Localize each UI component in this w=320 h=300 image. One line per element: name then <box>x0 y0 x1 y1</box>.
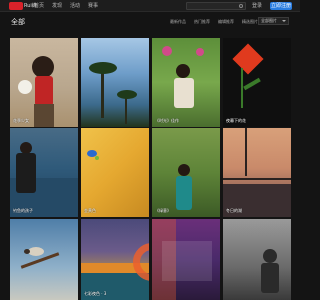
photo-subject <box>95 156 99 160</box>
watermark-text <box>162 241 212 281</box>
photo-caption: 钓鱼的孩子 <box>13 208 33 213</box>
photo-tile[interactable]: 钓鱼的孩子 <box>10 128 78 217</box>
photo-caption: 夜幕下的花 <box>226 118 246 123</box>
nav-item-home[interactable]: 首页 <box>34 2 44 10</box>
photo-subject <box>117 90 137 99</box>
top-nav-bar: Rui蜂 首页 发现 活动 赛事 登录 立即注册 <box>0 0 300 12</box>
photo-subject <box>232 43 264 75</box>
photo-caption: 花季少女 <box>13 118 29 123</box>
photo-subject <box>32 56 54 78</box>
photo-subject <box>162 46 172 56</box>
register-button[interactable]: 立即注册 <box>270 2 292 10</box>
photo-subject <box>243 77 261 91</box>
filter-latest[interactable]: 最新作品 <box>170 19 186 25</box>
login-link[interactable]: 登录 <box>252 3 262 9</box>
photo-tile[interactable]: 冬日的湖 <box>223 128 291 217</box>
search-input[interactable] <box>186 2 246 10</box>
photo-tile[interactable] <box>81 38 149 127</box>
filter-featured[interactable]: 精选图片 <box>242 19 258 25</box>
nav-item-activity[interactable]: 活动 <box>70 2 80 10</box>
photo-subject <box>34 104 54 127</box>
photo-subject <box>89 62 117 74</box>
photo-tile[interactable]: 七彩夜色 · 3 <box>81 219 149 300</box>
photo-subject <box>176 176 192 210</box>
photo-tile[interactable]: 《绿意》 <box>152 128 220 217</box>
nav-item-discover[interactable]: 发现 <box>52 2 62 10</box>
photo-subject <box>28 247 44 256</box>
sort-select[interactable]: 全部图片 <box>258 17 289 25</box>
photo-subject <box>35 76 53 106</box>
search-icon[interactable] <box>239 4 243 8</box>
photo-subject <box>101 68 104 118</box>
photo-caption: 金黄色 <box>84 208 96 213</box>
photo-caption: 《时光》佳作 <box>155 118 179 123</box>
photo-subject <box>16 153 36 193</box>
logo-icon[interactable] <box>9 2 23 10</box>
photo-subject <box>24 249 30 254</box>
photo-tile[interactable]: 花季少女 <box>10 38 78 127</box>
photo-tile[interactable] <box>152 219 220 300</box>
photo-tile[interactable]: 夜幕下的花 <box>223 38 291 127</box>
photo-subject <box>196 48 204 56</box>
photo-tile[interactable] <box>223 219 291 300</box>
photo-subject <box>245 128 247 176</box>
photo-caption: 冬日的湖 <box>226 208 242 213</box>
photo-subject <box>261 263 279 293</box>
filter-tabs: 最新作品 热门推荐 编辑推荐 精选图片 <box>170 19 258 25</box>
filter-editor[interactable]: 编辑推荐 <box>218 19 234 25</box>
photo-caption: 《绿意》 <box>155 208 171 213</box>
page-title: 全部 <box>11 18 25 26</box>
photo-tile[interactable] <box>10 219 78 300</box>
photo-caption: 七彩夜色 · 3 <box>84 291 107 296</box>
main-nav: 首页 发现 活动 赛事 <box>34 2 98 10</box>
photo-tile[interactable]: 《时光》佳作 <box>152 38 220 127</box>
photo-subject <box>263 249 277 263</box>
nav-item-contest[interactable]: 赛事 <box>88 2 98 10</box>
photo-subject <box>18 80 32 94</box>
photo-subject <box>174 78 194 108</box>
filter-hot[interactable]: 热门推荐 <box>194 19 210 25</box>
photo-subject <box>176 64 190 78</box>
photo-tile[interactable]: 金黄色 <box>81 128 149 217</box>
photo-subject <box>178 164 190 176</box>
photo-subject <box>223 178 291 180</box>
photo-subject <box>241 68 243 108</box>
